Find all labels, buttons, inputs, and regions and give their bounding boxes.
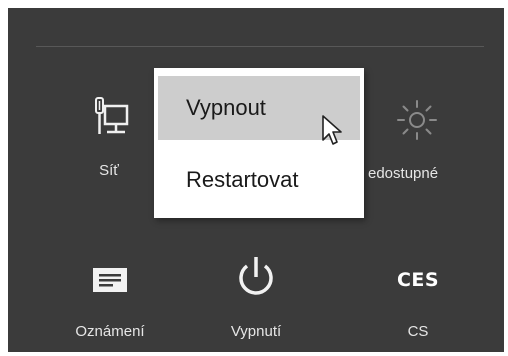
menu-item-restart[interactable]: Restartovat xyxy=(158,148,360,212)
power-tile[interactable]: Vypnutí xyxy=(201,246,311,346)
notifications-label: Oznámení xyxy=(75,323,145,340)
power-icon xyxy=(201,252,311,304)
network-tile[interactable]: Síť xyxy=(54,94,164,184)
keyboard-layout-code: CES xyxy=(396,269,440,291)
brightness-icon xyxy=(362,94,472,144)
menu-item-shutdown-label: Vypnout xyxy=(186,95,266,120)
keyboard-layout-tile[interactable]: CES CS xyxy=(363,246,473,346)
keyboard-layout-indicator: CES xyxy=(363,260,473,300)
notifications-icon xyxy=(55,260,165,300)
notifications-tile[interactable]: Oznámení xyxy=(55,246,165,346)
power-label: Vypnutí xyxy=(230,323,282,340)
brightness-tile[interactable]: edostupné xyxy=(362,94,472,184)
network-label: Síť xyxy=(99,162,119,179)
divider xyxy=(36,46,484,47)
brightness-label: edostupné xyxy=(368,165,439,182)
mouse-cursor-icon xyxy=(321,114,345,148)
network-icon xyxy=(54,94,164,144)
menu-item-restart-label: Restartovat xyxy=(186,167,299,192)
keyboard-layout-label: CS xyxy=(407,323,429,340)
